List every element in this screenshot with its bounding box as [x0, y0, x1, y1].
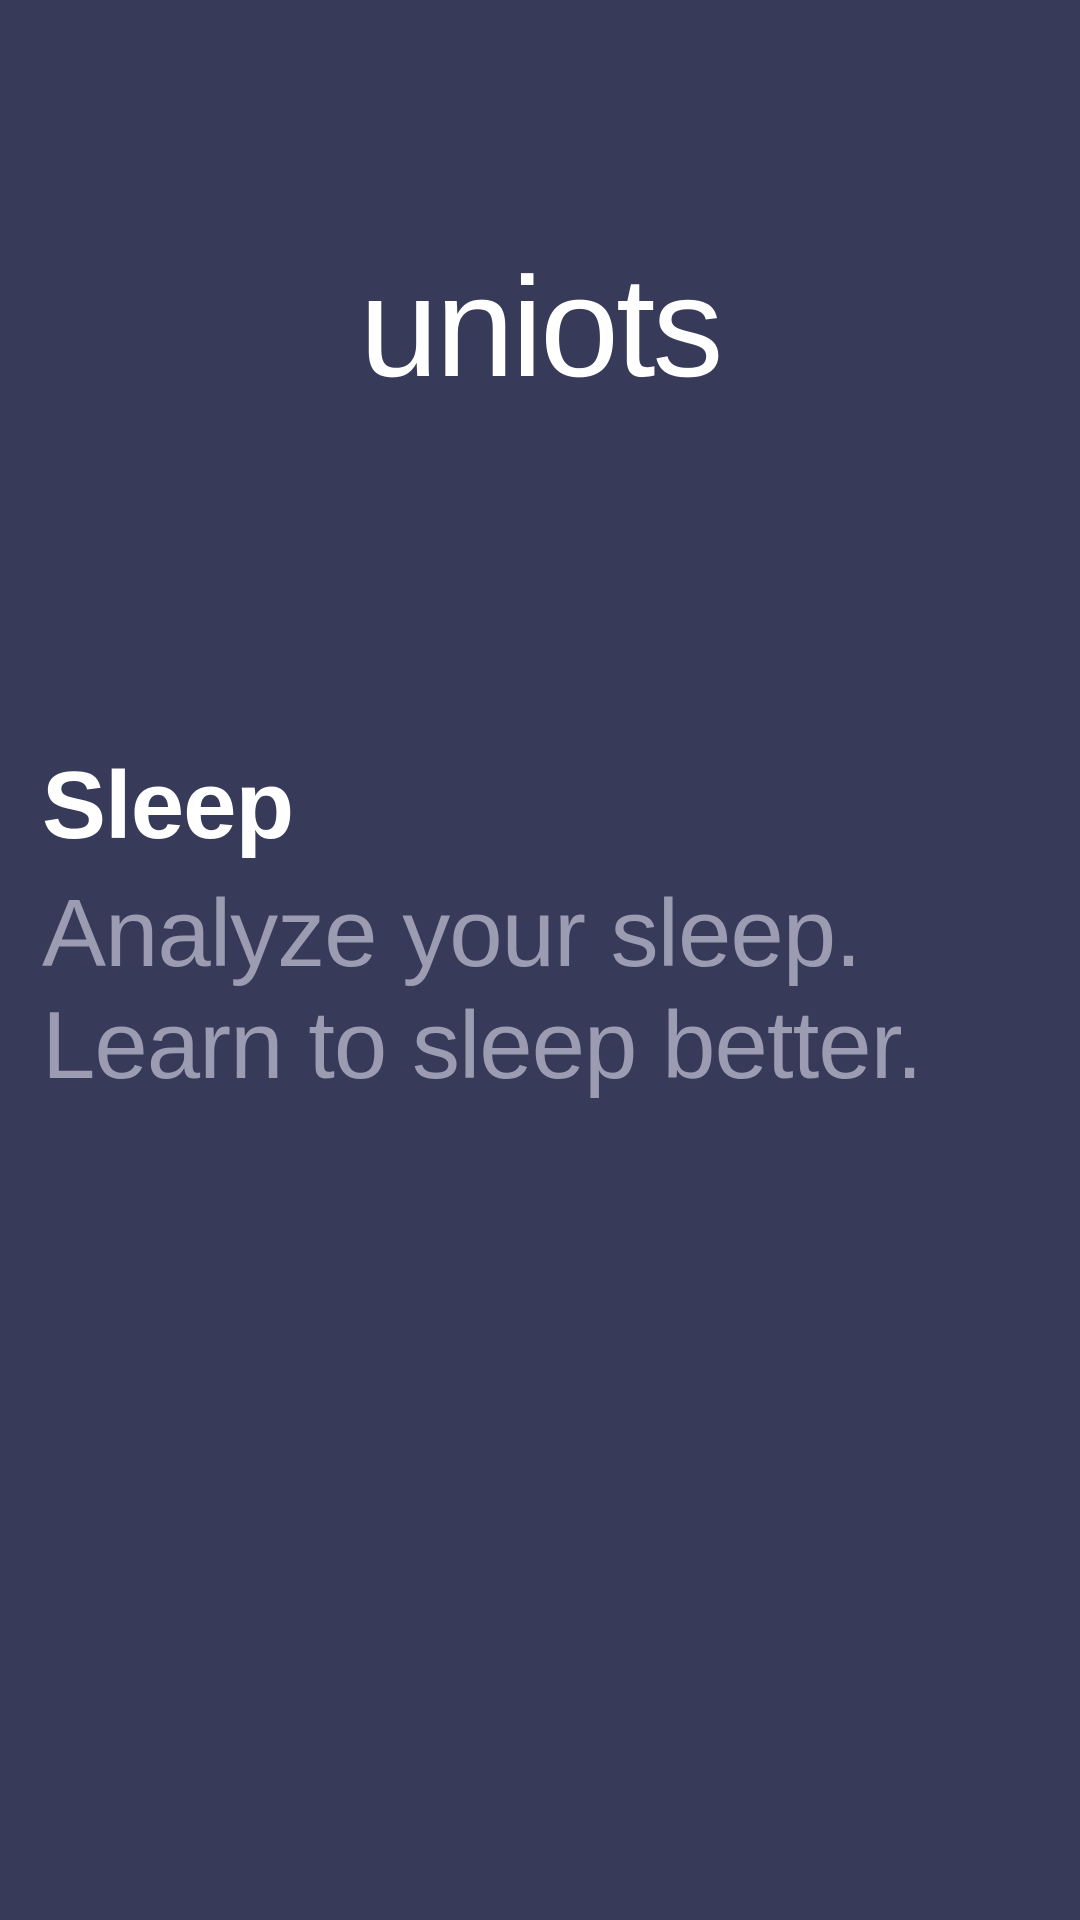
brand-logo: uniots — [359, 248, 724, 407]
onboarding-screen: uniots Sleep Analyze your sleep. Learn t… — [0, 0, 1080, 1920]
feature-description-line: Learn to sleep better. — [42, 992, 923, 1099]
feature-description: Analyze your sleep. Learn to sleep bette… — [42, 878, 1042, 1102]
feature-title: Sleep — [42, 752, 294, 859]
feature-panel: Sleep Analyze your sleep. Learn to sleep… — [42, 750, 1042, 1102]
feature-description-line: Analyze your sleep. — [42, 880, 862, 987]
